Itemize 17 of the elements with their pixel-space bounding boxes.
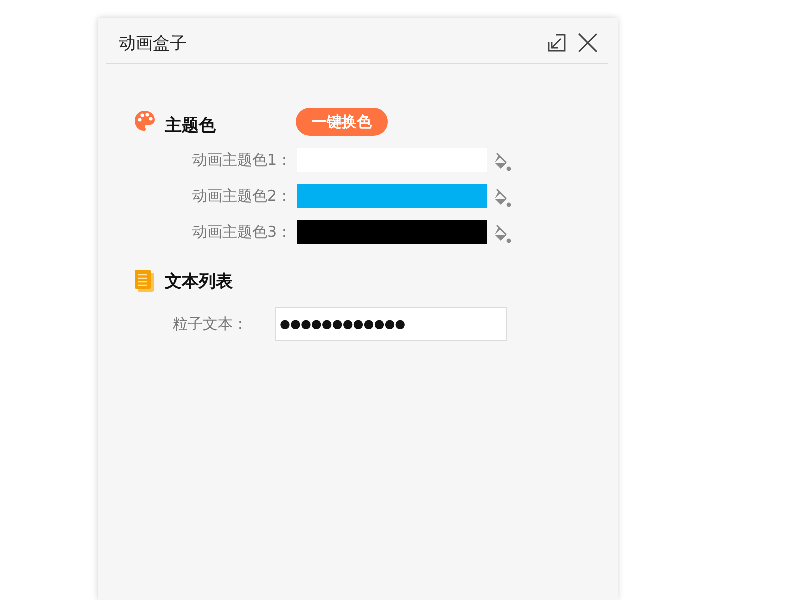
field-label: 动画主题色3： bbox=[191, 222, 292, 243]
section-heading: 文本列表 bbox=[165, 270, 233, 292]
paint-bucket-icon[interactable] bbox=[492, 225, 512, 245]
close-icon[interactable] bbox=[578, 33, 598, 53]
paint-bucket-icon[interactable] bbox=[492, 153, 512, 173]
field-label: 粒子文本： bbox=[173, 314, 249, 334]
field-label: 动画主题色2： bbox=[191, 186, 292, 207]
section-heading: 主题色 bbox=[165, 114, 216, 136]
color-field[interactable] bbox=[297, 184, 487, 208]
palette-icon bbox=[134, 110, 156, 132]
color-field[interactable] bbox=[297, 220, 487, 244]
window-title: 动画盒子 bbox=[119, 32, 187, 54]
arrow-box-icon[interactable] bbox=[548, 34, 566, 52]
input-field[interactable]: ●●●●●●●●●●●● bbox=[275, 307, 507, 341]
field-label: 动画主题色1： bbox=[191, 150, 292, 171]
document-stack-icon bbox=[134, 269, 156, 293]
paint-bucket-icon[interactable] bbox=[492, 189, 512, 209]
